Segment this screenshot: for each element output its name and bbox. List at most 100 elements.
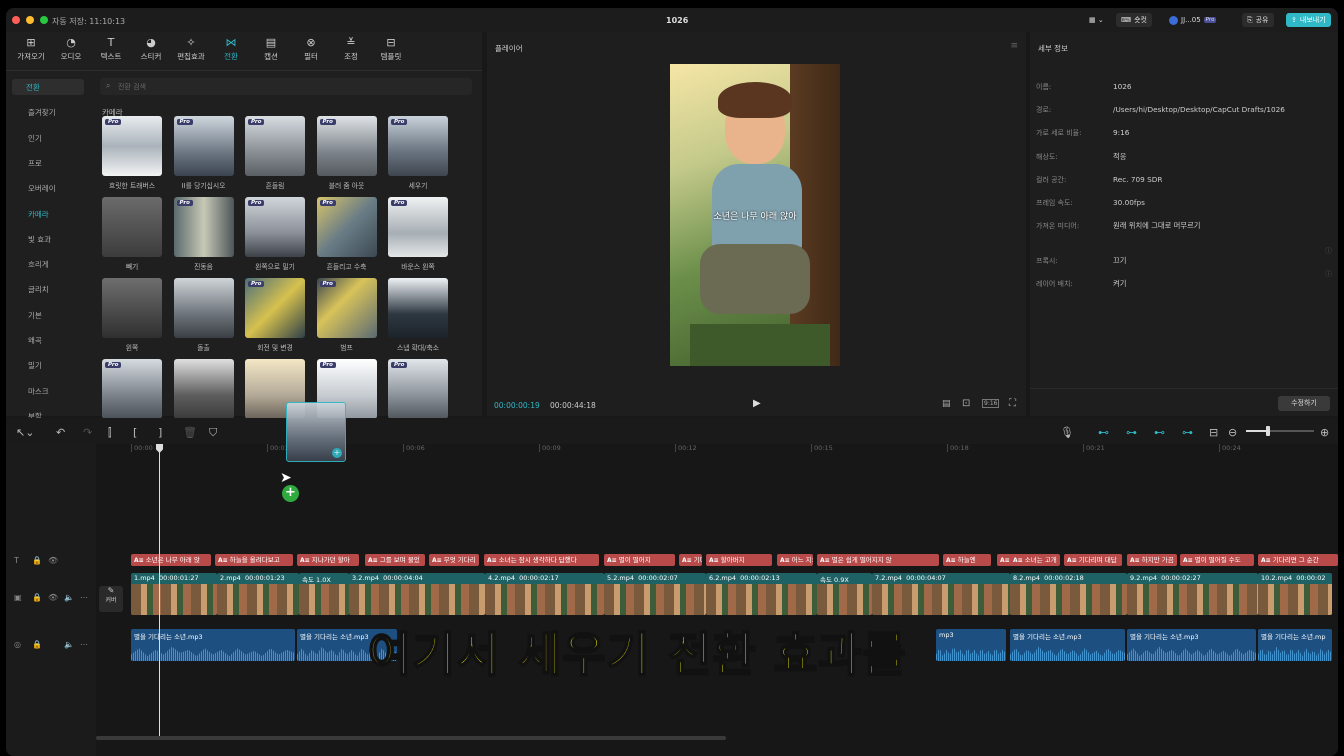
transition-thumbnail[interactable]: Pro	[173, 197, 234, 257]
preview-axis-icon[interactable]: ⊶	[1182, 426, 1193, 439]
transition-thumbnail[interactable]: Pro	[245, 278, 305, 338]
sidebar-item[interactable]: 기본	[12, 307, 84, 323]
transition-thumbnail[interactable]: Pro	[102, 116, 162, 176]
more-icon[interactable]: ⋯	[80, 640, 88, 649]
split-icon[interactable]: ⫿	[108, 426, 112, 440]
tool-transition[interactable]: ⋈ 전환	[212, 36, 250, 66]
shield-icon[interactable]: ⛉	[209, 426, 217, 440]
transition-thumbnail[interactable]: Pro	[102, 359, 162, 419]
video-clip[interactable]: 7.2.mp4 00:00:04:07	[872, 573, 1010, 615]
text-clip[interactable]: A≡ 지나가던 할아	[297, 554, 359, 566]
layout-icon[interactable]: ▦ ⌄	[1084, 13, 1109, 27]
shortcut-button[interactable]: ⌨ 숏컷	[1116, 13, 1152, 27]
sidebar-item[interactable]: 마스크	[12, 383, 84, 399]
tool-sticker[interactable]: ◕ 스티커	[132, 36, 170, 66]
text-clip[interactable]: A≡ 별이 떨어질 수도	[1180, 554, 1254, 566]
video-clip[interactable]: 속도 1.0X	[299, 573, 349, 615]
video-clip[interactable]: 1.mp4 00:00:01:27	[131, 573, 217, 615]
tool-import[interactable]: ⊞ 가져오기	[12, 36, 50, 66]
transition-thumbnail[interactable]: Pro	[388, 359, 448, 419]
screenshot-icon[interactable]: ⊡	[962, 398, 970, 409]
sidebar-item[interactable]: 오버레이	[12, 180, 84, 196]
zoom-out-icon[interactable]: ⊖	[1228, 426, 1237, 439]
transition-thumbnail[interactable]	[102, 278, 162, 338]
edit-button[interactable]: 수정하기	[1278, 396, 1330, 411]
video-clip[interactable]: 8.2.mp4 00:00:02:18	[1010, 573, 1127, 615]
tool-template[interactable]: ⊟ 템플릿	[372, 36, 410, 66]
minimize-window-button[interactable]	[26, 16, 34, 24]
caption-icon[interactable]: ⊟	[1209, 426, 1218, 439]
select-tool-icon[interactable]: ↖⌄	[16, 426, 34, 439]
magnet-icon[interactable]: ⊶	[1126, 426, 1137, 439]
text-clip[interactable]: A≡ 별이 떨어지	[604, 554, 675, 566]
redo-icon[interactable]: ↷	[83, 426, 92, 439]
transition-thumbnail[interactable]: Pro	[388, 116, 448, 176]
transition-thumbnail[interactable]	[388, 278, 448, 338]
lock-icon[interactable]: 🔒	[32, 556, 42, 565]
fullscreen-icon[interactable]: ⛶	[1009, 398, 1016, 409]
cover-button[interactable]: ✎ 커버	[99, 586, 123, 612]
text-clip[interactable]: A≡ 소년은 나무 아래 앉	[131, 554, 211, 566]
video-clip[interactable]: 2.mp4 00:00:01:23	[217, 573, 299, 615]
audio-clip[interactable]: 별을 기다리는 소년.mp3	[131, 629, 295, 661]
dragged-transition-thumbnail[interactable]: +	[286, 402, 346, 462]
text-clip[interactable]: A≡ 기다리고 있	[679, 554, 702, 566]
transition-thumbnail[interactable]: Pro	[316, 197, 377, 257]
tool-filter[interactable]: ⊗ 필터	[292, 36, 330, 66]
transition-thumbnail[interactable]	[173, 359, 234, 419]
sidebar-item[interactable]: 밀기	[12, 357, 84, 373]
tool-adjust[interactable]: ≚ 조정	[332, 36, 370, 66]
sidebar-item[interactable]: 글리치	[12, 281, 84, 297]
text-clip[interactable]: A≡ 기다리며 대답	[1064, 554, 1122, 566]
text-clip[interactable]: A≡ 할아버지	[706, 554, 772, 566]
transition-thumbnail[interactable]: Pro	[388, 197, 448, 257]
split-right-icon[interactable]: ]	[158, 426, 162, 439]
text-clip[interactable]: A≡ 그를 보며 물었	[365, 554, 425, 566]
tool-audio[interactable]: ◔ 오디오	[52, 36, 90, 66]
microphone-icon[interactable]: 🎙	[1060, 426, 1074, 439]
transition-thumbnail[interactable]: Pro	[173, 116, 234, 176]
video-clip[interactable]: 10.2.mp4 00:00:02	[1258, 573, 1332, 615]
audio-clip[interactable]: 별을 기다리는 소년.mp3	[1010, 629, 1125, 661]
text-clip[interactable]: A≡ 무엇 기다리	[429, 554, 479, 566]
video-clip[interactable]: 4.2.mp4 00:00:02:17	[485, 573, 604, 615]
tool-text[interactable]: T 텍스트	[92, 36, 130, 66]
transition-thumbnail[interactable]: Pro	[245, 197, 305, 257]
playhead[interactable]	[159, 444, 160, 738]
snap-icon[interactable]: ⊷	[1154, 426, 1165, 439]
video-clip[interactable]: 속도 0.9X	[817, 573, 872, 615]
sidebar-item[interactable]: 흐리게	[12, 256, 84, 272]
more-icon[interactable]: ⋯	[80, 593, 88, 602]
zoom-in-icon[interactable]: ⊕	[1320, 426, 1329, 439]
speaker-icon[interactable]: 🔈	[64, 593, 74, 602]
transition-thumbnail[interactable]: Pro	[316, 116, 377, 176]
aspect-ratio-button[interactable]: 9:16	[982, 399, 1000, 408]
link-icon[interactable]: ⊷	[1098, 426, 1109, 439]
audio-clip[interactable]: 별을 기다리는 소년.mp3	[1127, 629, 1256, 661]
eye-icon[interactable]: 👁	[48, 593, 58, 602]
search-input[interactable]: ⌕ 전환 검색	[100, 78, 472, 95]
video-preview[interactable]: 소년은 나무 아래 앉아	[670, 64, 840, 366]
share-button[interactable]: ⎘ 공유	[1242, 13, 1274, 27]
zoom-slider[interactable]	[1246, 426, 1314, 436]
video-clip[interactable]: 6.2.mp4 00:00:02:13	[706, 573, 817, 615]
grid-view-icon[interactable]: ▤	[942, 399, 951, 409]
sidebar-item[interactable]: 즐겨찾기	[12, 104, 84, 120]
transition-thumbnail[interactable]: Pro	[245, 116, 305, 176]
audio-clip[interactable]: 별을 기다리는 소년.mp	[1258, 629, 1332, 661]
text-clip[interactable]: A≡ 별은 쉽게 떨어지지 않	[817, 554, 939, 566]
export-button[interactable]: ⇪ 내보내기	[1286, 13, 1331, 27]
transition-thumbnail[interactable]	[173, 278, 234, 338]
menu-icon[interactable]: ≡	[1010, 41, 1018, 51]
speaker-icon[interactable]: 🔈	[64, 640, 74, 649]
tool-caption[interactable]: ▤ 캡션	[252, 36, 290, 66]
video-clip[interactable]: 9.2.mp4 00:00:02:27	[1127, 573, 1258, 615]
video-clip[interactable]: 5.2.mp4 00:00:02:07	[604, 573, 706, 615]
text-clip[interactable]: A≡ 하늘엔	[943, 554, 991, 566]
text-clip[interactable]: A≡ 어느 지으며 말했	[777, 554, 813, 566]
lock-icon[interactable]: 🔒	[32, 593, 42, 602]
tool-effects[interactable]: ✧ 편집효과	[172, 36, 210, 66]
timeline-scrollbar[interactable]	[96, 736, 726, 740]
transition-thumbnail[interactable]: Pro	[316, 278, 377, 338]
transition-thumbnail[interactable]	[102, 197, 162, 257]
